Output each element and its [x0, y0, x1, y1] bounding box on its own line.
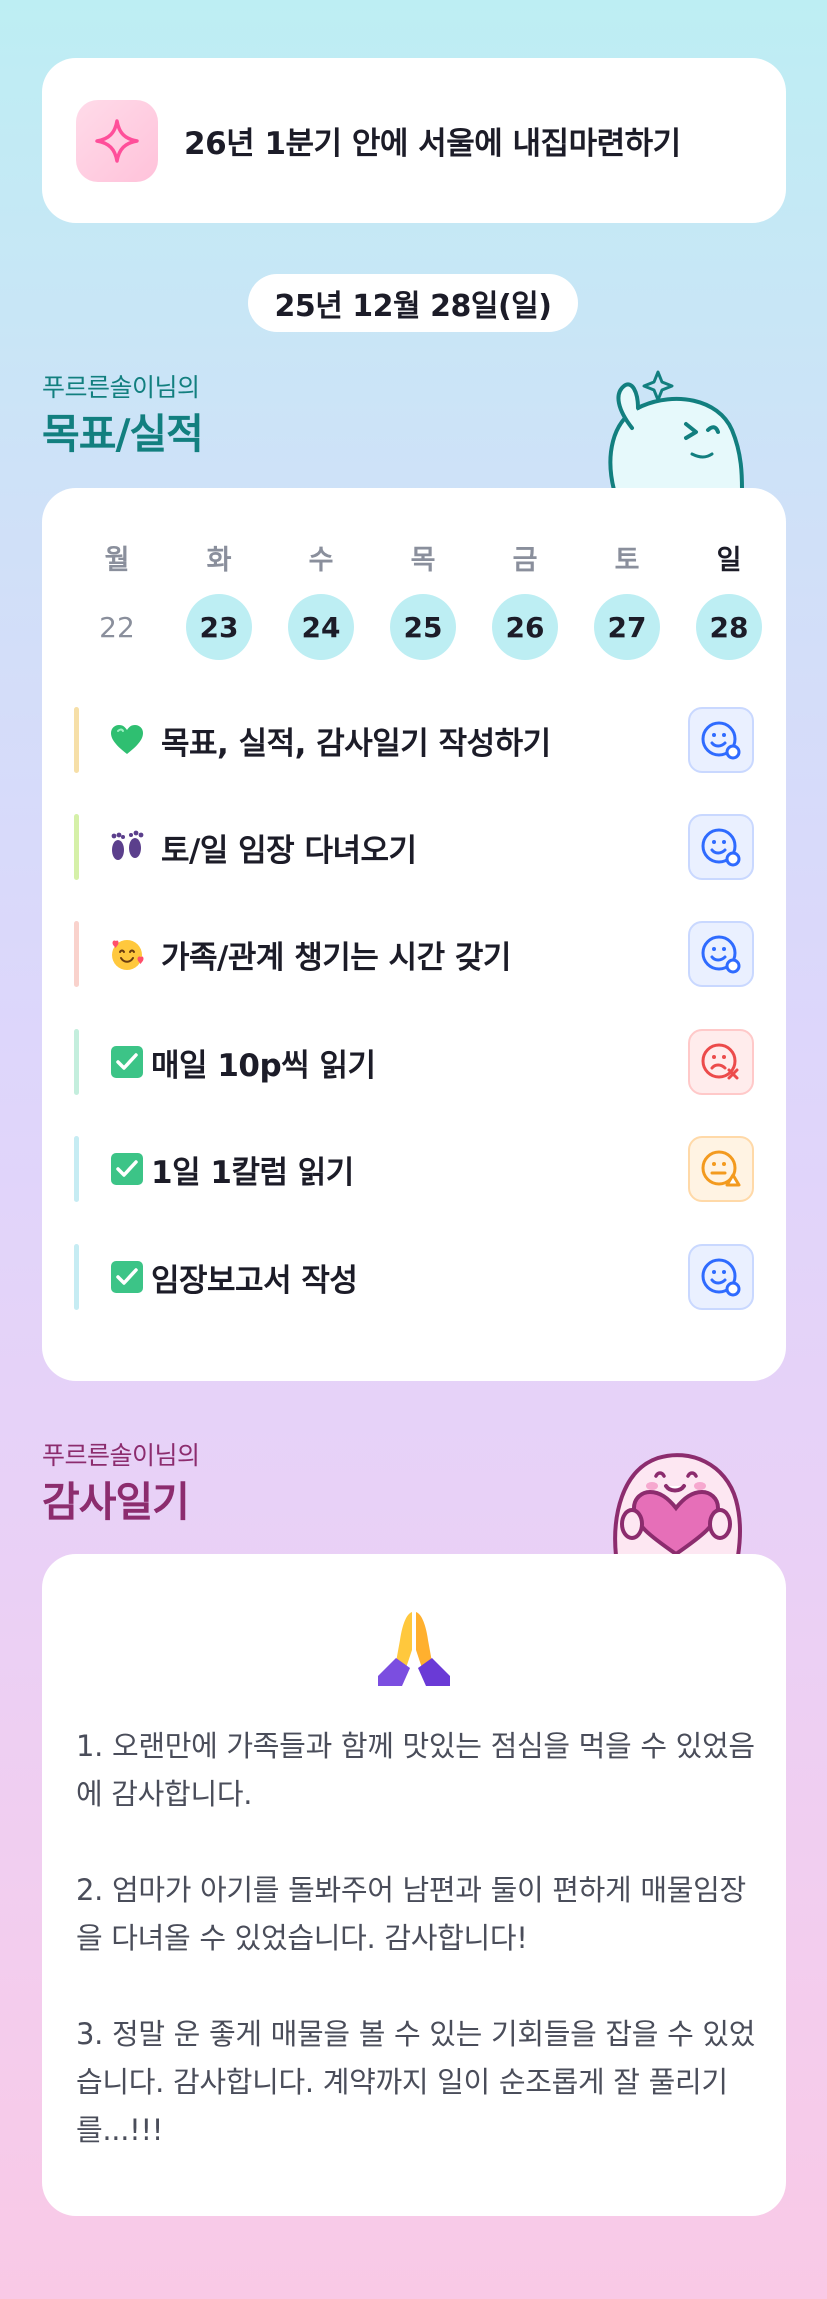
day-label: 월 — [104, 545, 130, 576]
day-number: 27 — [594, 594, 660, 660]
task-label: 목표, 실적, 감사일기 작성하기 — [161, 725, 551, 762]
day-number: 23 — [186, 594, 252, 660]
green-heart-icon — [109, 722, 145, 758]
day-label: 수 — [308, 545, 334, 576]
task-label: 가족/관계 챙기는 시간 갖기 — [161, 939, 511, 976]
task-item[interactable]: 토/일 임장 다녀오기 — [74, 814, 754, 880]
day-number: 24 — [288, 594, 354, 660]
good-status-icon[interactable] — [688, 921, 754, 987]
goals-card: 월 22 화 23 수 24 목 25 금 26 토 27 일 28 목표, 실… — [42, 488, 786, 1381]
task-label: 1일 1칼럼 읽기 — [151, 1154, 354, 1191]
day-thursday[interactable]: 목 25 — [390, 538, 456, 660]
check-box-icon — [109, 1151, 145, 1187]
day-monday[interactable]: 월 22 — [84, 538, 150, 660]
cheering-mascot-icon — [596, 358, 756, 494]
day-label: 화 — [206, 545, 232, 576]
folded-hands-icon — [372, 1606, 456, 1694]
footprints-icon — [109, 829, 145, 865]
task-bar — [74, 707, 79, 773]
diary-entry: 3. 정말 운 좋게 매물을 볼 수 있는 기회들을 잡을 수 있었습니다. 감… — [76, 2017, 756, 2147]
day-number: 28 — [696, 594, 762, 660]
task-bar — [74, 921, 79, 987]
task-bar — [74, 1244, 79, 1310]
smiling-face-with-hearts-icon — [109, 936, 145, 972]
task-item[interactable]: 가족/관계 챙기는 시간 갖기 — [74, 921, 754, 987]
heart-mascot-icon — [596, 1430, 756, 1560]
day-number: 26 — [492, 594, 558, 660]
day-sunday[interactable]: 일 28 — [696, 538, 762, 660]
good-status-icon[interactable] — [688, 814, 754, 880]
task-bar — [74, 814, 79, 880]
day-label: 금 — [512, 545, 538, 576]
day-tuesday[interactable]: 화 23 — [186, 538, 252, 660]
task-item[interactable]: 목표, 실적, 감사일기 작성하기 — [74, 707, 754, 773]
goal-text: 26년 1분기 안에 서울에 내집마련하기 — [184, 126, 681, 162]
day-saturday[interactable]: 토 27 — [594, 538, 660, 660]
day-label: 일 — [716, 545, 742, 576]
task-label: 토/일 임장 다녀오기 — [161, 832, 417, 869]
task-bar — [74, 1029, 79, 1095]
day-number: 22 — [99, 610, 135, 644]
check-box-icon — [109, 1044, 145, 1080]
neutral-status-icon[interactable] — [688, 1136, 754, 1202]
sparkle-icon — [76, 99, 158, 182]
day-wednesday[interactable]: 수 24 — [288, 538, 354, 660]
day-number: 25 — [390, 594, 456, 660]
goals-title: 목표/실적 — [42, 410, 204, 458]
good-status-icon[interactable] — [688, 1244, 754, 1310]
task-label: 매일 10p씩 읽기 — [151, 1047, 376, 1084]
task-item[interactable]: 매일 10p씩 읽기 — [74, 1029, 754, 1095]
diary-entry: 2. 엄마가 아기를 돌봐주어 남편과 둘이 편하게 매물임장을 다녀올 수 있… — [76, 1873, 746, 1955]
good-status-icon[interactable] — [688, 707, 754, 773]
day-friday[interactable]: 금 26 — [492, 538, 558, 660]
bad-status-icon[interactable] — [688, 1029, 754, 1095]
check-box-icon — [109, 1259, 145, 1295]
gratitude-diary-card[interactable]: 1. 오랜만에 가족들과 함께 맛있는 점심을 먹을 수 있었음에 감사합니다.… — [42, 1554, 786, 2216]
gratitude-title: 감사일기 — [42, 1478, 190, 1526]
day-label: 토 — [614, 545, 640, 576]
diary-entry: 1. 오랜만에 가족들과 함께 맛있는 점심을 먹을 수 있었음에 감사합니다. — [76, 1729, 755, 1811]
task-bar — [74, 1136, 79, 1202]
date-pill[interactable]: 25년 12월 28일(일) — [248, 274, 578, 332]
day-label: 목 — [410, 545, 436, 576]
goal-card[interactable]: 26년 1분기 안에 서울에 내집마련하기 — [42, 58, 786, 223]
goals-owner: 푸르른솔이님의 — [42, 373, 200, 402]
task-item[interactable]: 1일 1칼럼 읽기 — [74, 1136, 754, 1202]
gratitude-owner: 푸르른솔이님의 — [42, 1441, 200, 1470]
task-item[interactable]: 임장보고서 작성 — [74, 1244, 754, 1310]
diary-text: 1. 오랜만에 가족들과 함께 맛있는 점심을 먹을 수 있었음에 감사합니다.… — [76, 1722, 766, 2154]
task-label: 임장보고서 작성 — [151, 1262, 358, 1299]
